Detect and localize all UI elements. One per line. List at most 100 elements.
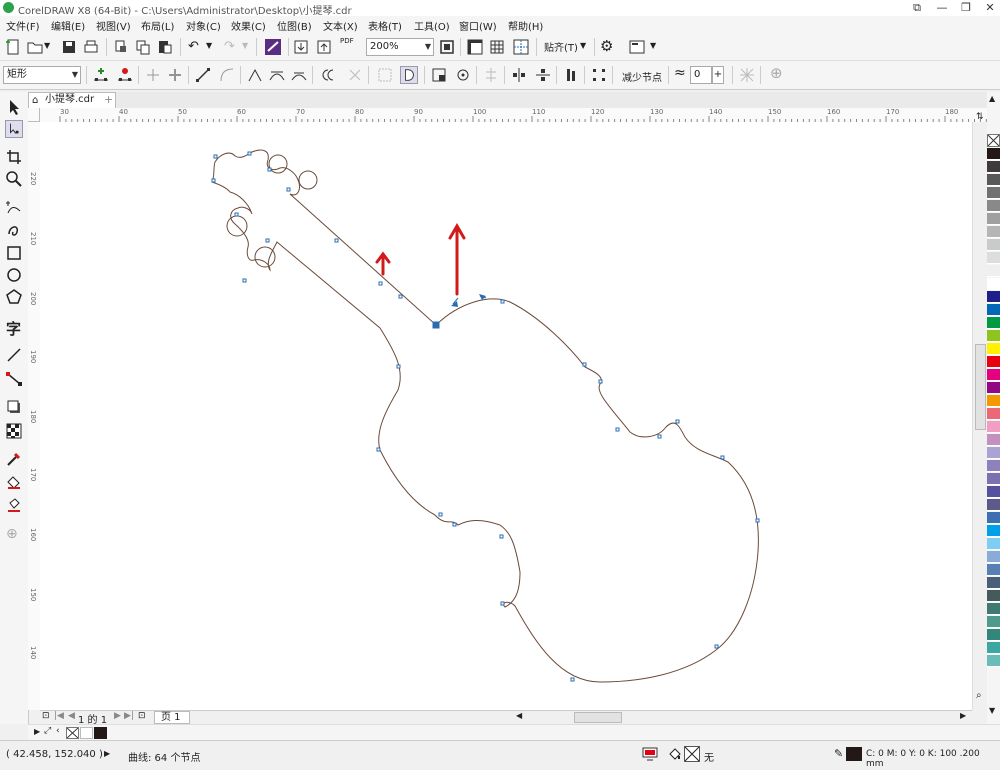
copy-icon[interactable] — [134, 38, 152, 56]
palette-swatch[interactable] — [987, 382, 1000, 394]
color-proof-icon[interactable] — [642, 747, 658, 761]
palette-swatch[interactable] — [987, 174, 1000, 186]
zoom-glass-icon[interactable]: ⌕ — [976, 690, 982, 701]
palette-swatch[interactable] — [987, 642, 1000, 654]
node[interactable] — [378, 281, 383, 286]
hscroll-thumb[interactable] — [574, 712, 622, 723]
first-page-button[interactable]: |◀ — [54, 711, 64, 721]
menu-effects[interactable]: 效果(C) — [231, 18, 266, 33]
palette-swatch[interactable] — [987, 512, 1000, 524]
rectangle-tool-icon[interactable] — [5, 244, 23, 262]
palette-swatch[interactable] — [987, 421, 1000, 433]
search-content-icon[interactable] — [264, 38, 282, 56]
quick-customize-icon[interactable]: ⊕ — [770, 64, 783, 82]
cusp-node-icon[interactable] — [246, 66, 264, 84]
palette-swatch[interactable] — [987, 226, 1000, 238]
open-folder-icon[interactable] — [26, 38, 44, 56]
node[interactable] — [714, 644, 719, 649]
undo-icon[interactable]: ↶ — [188, 39, 199, 54]
paste-icon[interactable] — [156, 38, 174, 56]
page-tab[interactable]: 页 1 — [154, 711, 190, 724]
palette-swatch[interactable] — [987, 564, 1000, 576]
drop-shadow-tool-icon[interactable] — [5, 398, 23, 416]
application-launcher-icon[interactable] — [628, 38, 646, 56]
cut-icon[interactable] — [112, 38, 130, 56]
peg-lower-right[interactable] — [254, 246, 276, 268]
menu-help[interactable]: 帮助(H) — [508, 18, 543, 33]
shape-tool-icon[interactable] — [5, 120, 23, 138]
rotate-nodes-icon[interactable] — [454, 66, 472, 84]
full-screen-icon[interactable] — [438, 38, 456, 56]
show-guidelines-icon[interactable] — [512, 38, 530, 56]
break-curve-icon[interactable] — [166, 66, 184, 84]
maximize-button[interactable]: ❐ — [954, 0, 978, 16]
path-nodes[interactable] — [211, 151, 760, 682]
node[interactable] — [267, 167, 272, 172]
interactive-fill-tool-icon[interactable] — [5, 474, 23, 492]
palette-swatch[interactable] — [987, 356, 1000, 368]
add-page-after-icon[interactable]: ⊡ — [138, 711, 146, 721]
menu-table[interactable]: 表格(T) — [368, 18, 402, 33]
palette-swatch[interactable] — [987, 317, 1000, 329]
node[interactable] — [675, 419, 680, 424]
palette-swatch[interactable] — [987, 655, 1000, 667]
select-all-nodes-icon[interactable] — [590, 66, 608, 84]
palette-swatch[interactable] — [987, 200, 1000, 212]
node[interactable] — [570, 677, 575, 682]
redo-icon[interactable]: ↷ — [224, 39, 235, 54]
palette-swatch[interactable] — [987, 499, 1000, 511]
menu-bitmaps[interactable]: 位图(B) — [277, 18, 312, 33]
open-dropdown-icon[interactable]: ▼ — [44, 41, 50, 50]
bounding-box-icon[interactable] — [738, 66, 756, 84]
node[interactable] — [452, 522, 457, 527]
snap-dropdown-icon[interactable]: ▼ — [580, 41, 586, 50]
peg-top[interactable] — [268, 154, 288, 174]
print-icon[interactable] — [82, 38, 100, 56]
add-page-before-icon[interactable]: ⊡ — [42, 711, 50, 721]
outline-pen-icon[interactable]: ✎ — [834, 747, 843, 760]
palette-swatch[interactable] — [987, 252, 1000, 264]
parallel-dimension-tool-icon[interactable] — [5, 346, 23, 364]
close-button[interactable]: ✕ — [978, 0, 1000, 16]
palette-scroll-up-icon[interactable]: ▲ — [989, 94, 995, 103]
palette-swatch[interactable] — [987, 278, 1000, 290]
reverse-direction-icon[interactable] — [320, 66, 338, 84]
palette-swatch[interactable] — [987, 408, 1000, 420]
palette-swatch[interactable] — [987, 148, 1000, 160]
delete-node-icon[interactable] — [116, 66, 134, 84]
scroll-thumb[interactable] — [975, 344, 986, 430]
menu-layout[interactable]: 布局(L) — [141, 18, 174, 33]
node[interactable] — [500, 299, 505, 304]
palette-swatch[interactable] — [987, 343, 1000, 355]
ellipse-tool-icon[interactable] — [5, 266, 23, 284]
document-tab[interactable]: ⌂ 小提琴.cdr — [28, 92, 116, 108]
fill-none-swatch[interactable] — [684, 746, 700, 762]
palette-scroll-down-icon[interactable]: ▼ — [989, 706, 995, 715]
palette-swatch[interactable] — [987, 239, 1000, 251]
palette-swatch[interactable] — [987, 447, 1000, 459]
menu-edit[interactable]: 编辑(E) — [51, 18, 85, 33]
violin-outline[interactable] — [211, 149, 759, 683]
outline-color-swatch[interactable] — [846, 747, 862, 761]
extend-curve-icon[interactable] — [346, 66, 364, 84]
launcher-dropdown-icon[interactable]: ▼ — [650, 41, 656, 50]
options-gear-icon[interactable]: ⚙ — [600, 37, 613, 55]
redo-dropdown-icon[interactable]: ▼ — [242, 41, 248, 50]
new-document-icon[interactable] — [4, 38, 22, 56]
menu-text[interactable]: 文本(X) — [323, 18, 358, 33]
smart-fill-tool-icon[interactable] — [5, 496, 23, 514]
docpal-no-color-swatch[interactable] — [66, 727, 79, 739]
prev-page-button[interactable]: ◀ — [68, 711, 75, 721]
polygon-tool-icon[interactable] — [5, 288, 23, 306]
node[interactable] — [500, 601, 505, 606]
hscroll-right-icon[interactable]: ▶ — [960, 711, 966, 720]
export-icon[interactable] — [315, 38, 333, 56]
stretch-nodes-icon[interactable] — [430, 66, 448, 84]
scroll-settings-icon[interactable]: ⇅ — [976, 112, 984, 122]
hscroll-left-icon[interactable]: ◀ — [516, 711, 522, 720]
node[interactable] — [334, 238, 339, 243]
palette-swatch[interactable] — [987, 486, 1000, 498]
restore-help-icon[interactable]: ⧉ — [905, 0, 929, 16]
zoom-tool-icon[interactable] — [5, 170, 23, 188]
pick-tool-icon[interactable] — [5, 98, 23, 116]
